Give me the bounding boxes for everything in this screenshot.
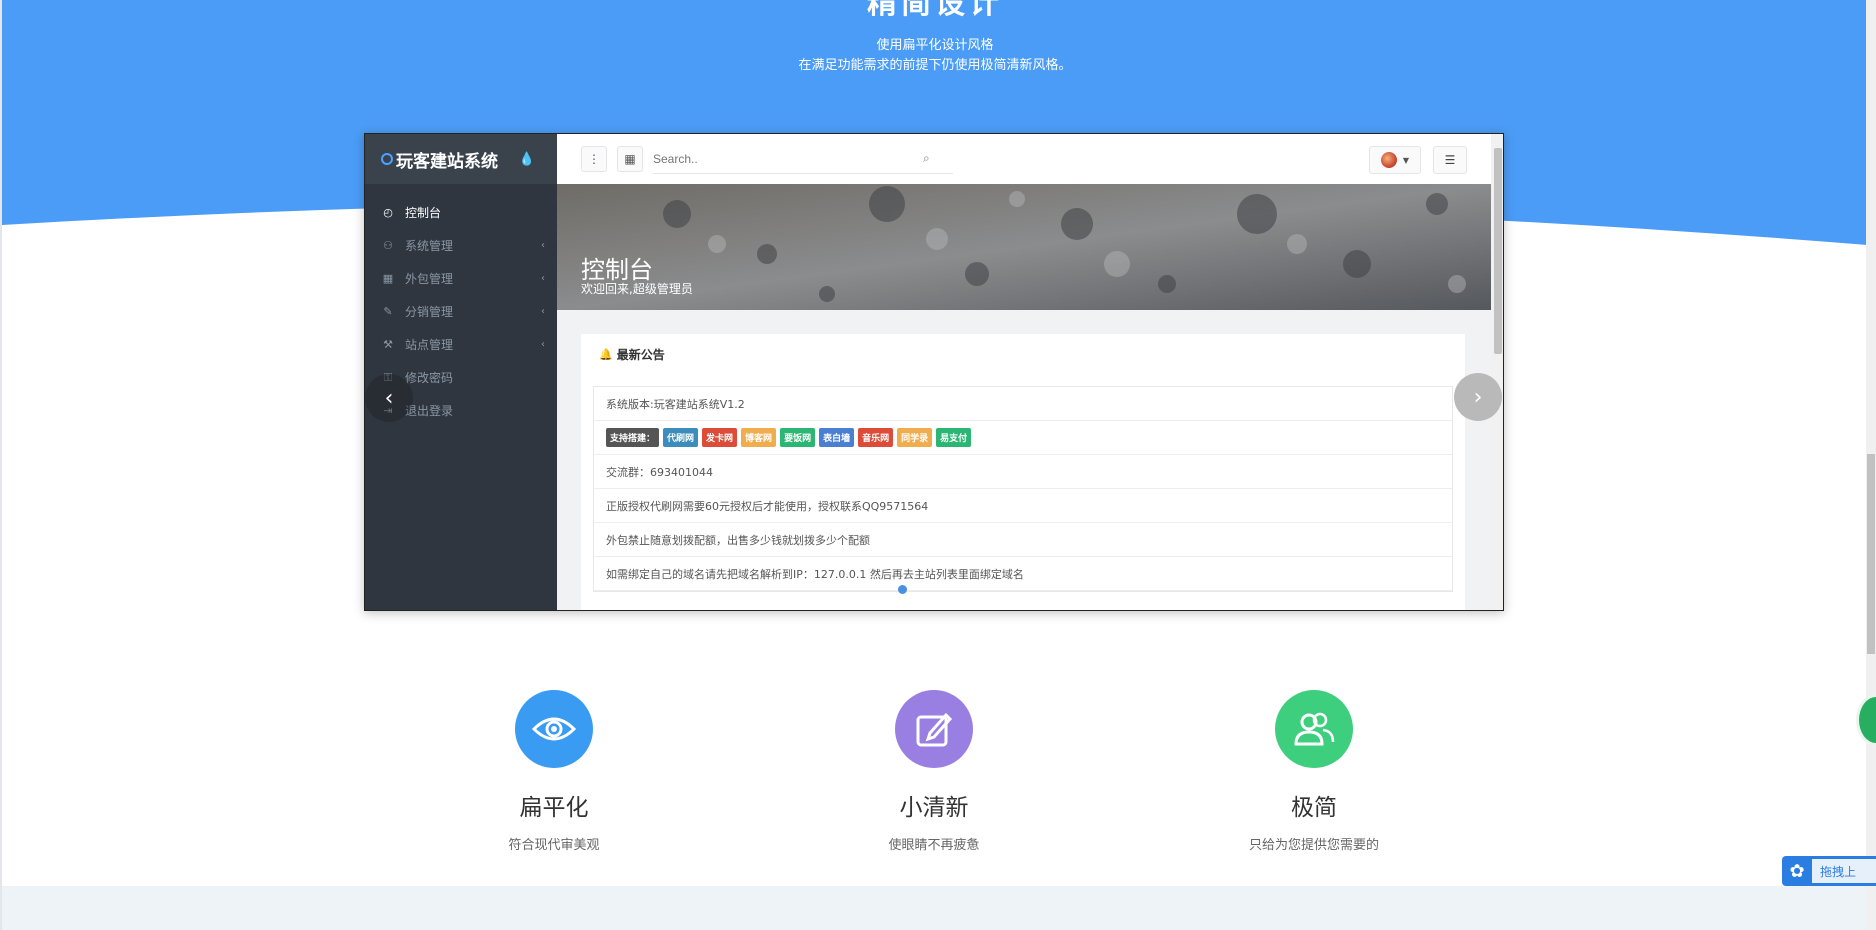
edit-icon [895, 690, 973, 768]
notice-header: 🔔 最新公告 [581, 334, 1465, 374]
admin-menu-item[interactable]: ✎ 分销管理 ‹ [365, 295, 557, 328]
admin-menu-item[interactable]: ⚒ 站点管理 ‹ [365, 328, 557, 361]
dashboard-banner: 控制台 欢迎回来,超级管理员 [557, 184, 1491, 310]
bell-icon: 🔔 [599, 347, 613, 361]
search-icon[interactable]: ⌕ [923, 151, 930, 166]
chevron-left-icon: ‹ [541, 306, 545, 317]
side-panel-toggle-icon[interactable]: ☰ [1433, 146, 1467, 174]
admin-menu-label: 修改密码 [405, 371, 454, 385]
notice-row: 交流群：693401044 [594, 455, 1452, 489]
admin-menu-label: 分销管理 [405, 305, 454, 319]
admin-menu-label: 系统管理 [405, 239, 454, 253]
feature-title: 小清新 [899, 795, 969, 821]
hero-subtitle-line1: 使用扁平化设计风格 [876, 38, 994, 53]
floating-upload-widget[interactable]: ✿ 拖拽上 [1782, 856, 1876, 886]
admin-menu-label: 控制台 [405, 206, 442, 220]
search-input[interactable] [653, 151, 923, 166]
admin-menu-item[interactable]: ◴ 控制台 [365, 196, 557, 229]
admin-brand-name: 玩客建站系统 [396, 151, 498, 172]
feature-title: 极简 [1291, 795, 1337, 821]
admin-menu-label: 退出登录 [405, 404, 454, 418]
site-type-tag: 支持搭建： [606, 428, 660, 447]
admin-menu-label: 外包管理 [405, 272, 454, 286]
site-type-tag[interactable]: 表白墙 [819, 428, 855, 447]
avatar [1380, 152, 1397, 168]
cloud-paw-icon: ✿ [1789, 860, 1805, 882]
users-icon [1275, 690, 1353, 768]
carousel-prev-button[interactable]: ‹ [365, 374, 413, 422]
admin-menu-item[interactable]: ⚇ 系统管理 ‹ [365, 229, 557, 262]
site-type-tag[interactable]: 同学录 [897, 428, 933, 447]
site-type-tag[interactable]: 易支付 [936, 428, 972, 447]
site-type-tag[interactable]: 音乐网 [858, 428, 894, 447]
chevron-left-icon: ‹ [541, 240, 545, 251]
wrench-icon: ⚒ [383, 338, 393, 351]
grid-toggle-icon[interactable]: ▦ [617, 146, 643, 172]
feature-title: 扁平化 [519, 795, 589, 821]
feature-desc: 符合现代审美观 [508, 838, 600, 853]
screenshot-carousel: 玩客建站系统 💧 ◴ 控制台 ⚇ 系统管理 ‹ ▦ 外包管理 ‹ ✎ 分销管理 ‹ ⚒ 站点管理 ‹ ⚿ 修改… [364, 133, 1504, 611]
notice-row: 系统版本:玩客建站系统V1.2 [594, 387, 1452, 421]
notice-row: 外包禁止随意划拨配额，出售多少钱就划拨多少个配额 [594, 523, 1452, 557]
admin-topbar: ⋮ ▦ ⌕ ▼ ☰ [557, 134, 1491, 184]
users-icon: ⚇ [383, 239, 393, 252]
notice-row: 如需绑定自己的域名请先把域名解析到IP：127.0.0.1 然后再去主站列表里面… [594, 557, 1452, 591]
notice-title: 最新公告 [616, 347, 665, 362]
feature-desc: 只给为您提供您需要的 [1248, 838, 1379, 853]
feature-minimal: 极简 只给为您提供您需要的 [1164, 690, 1464, 853]
carousel-indicator-dot[interactable] [898, 585, 907, 594]
logo-ring-icon [381, 153, 393, 165]
site-type-tag[interactable]: 博客网 [741, 428, 777, 447]
notice-tags-row: 支持搭建： 代刷网 发卡网 博客网 要饭网 表白墙 音乐网 同学录 易支付 [594, 421, 1452, 455]
dashboard-icon: ◴ [383, 206, 393, 219]
admin-menu-item[interactable]: ▦ 外包管理 ‹ [365, 262, 557, 295]
feature-desc: 使眼睛不再疲惫 [888, 838, 980, 853]
admin-main: ⋮ ▦ ⌕ ▼ ☰ [557, 134, 1491, 610]
site-type-tag[interactable]: 发卡网 [702, 428, 738, 447]
admin-scrollbar-thumb[interactable] [1494, 148, 1502, 354]
upload-widget-label: 拖拽上 [1812, 859, 1876, 883]
site-type-tag[interactable]: 要饭网 [780, 428, 816, 447]
carousel-next-button[interactable]: › [1454, 373, 1502, 421]
footer-band [2, 886, 1866, 930]
chevron-left-icon: ‹ [541, 339, 545, 350]
eye-icon [515, 690, 593, 768]
feature-fresh: 小清新 使眼睛不再疲惫 [784, 690, 1084, 853]
chevron-left-icon: ‹ [541, 273, 545, 284]
page-scrollbar[interactable] [1866, 0, 1876, 930]
grid-icon: ▦ [382, 272, 394, 285]
notice-card: 🔔 最新公告 系统版本:玩客建站系统V1.2 支持搭建： 代刷网 发卡网 博客网 要饭网… [581, 334, 1465, 610]
rock-texture-image [557, 184, 1491, 310]
admin-menu-label: 站点管理 [405, 338, 454, 352]
hero-subtitle-line2: 在满足功能需求的前提下仍使用极简清新风格。 [798, 58, 1072, 73]
site-type-tag[interactable]: 代刷网 [663, 428, 699, 447]
chevron-down-icon: ▼ [1402, 155, 1410, 165]
notice-row: 正版授权代刷网需要60元授权后才能使用，授权联系QQ9571564 [594, 489, 1452, 523]
page-scrollbar-thumb[interactable] [1867, 454, 1875, 654]
admin-brand: 玩客建站系统 💧 [365, 134, 557, 184]
notice-list: 系统版本:玩客建站系统V1.2 支持搭建： 代刷网 发卡网 博客网 要饭网 表白墙 音乐网同… [593, 386, 1453, 592]
edit-icon: ✎ [383, 305, 393, 318]
admin-sidebar: 玩客建站系统 💧 ◴ 控制台 ⚇ 系统管理 ‹ ▦ 外包管理 ‹ ✎ 分销管理 ‹ ⚒ 站点管理 ‹ ⚿ 修改… [365, 134, 557, 610]
user-menu-button[interactable]: ▼ [1369, 146, 1421, 174]
search-bar: ⌕ [653, 144, 953, 174]
water-drop-icon[interactable]: 💧 [519, 152, 535, 167]
admin-scrollbar[interactable] [1491, 134, 1503, 610]
more-vertical-icon[interactable]: ⋮ [581, 146, 607, 172]
feature-flat: 扁平化 符合现代审美观 [404, 690, 704, 853]
landing-page: 精简设计 使用扁平化设计风格 在满足功能需求的前提下仍使用极简清新风格。 玩客建… [0, 0, 1866, 930]
hero-title: 精简设计 [867, 0, 1003, 21]
banner-subtitle: 欢迎回来,超级管理员 [581, 282, 693, 296]
